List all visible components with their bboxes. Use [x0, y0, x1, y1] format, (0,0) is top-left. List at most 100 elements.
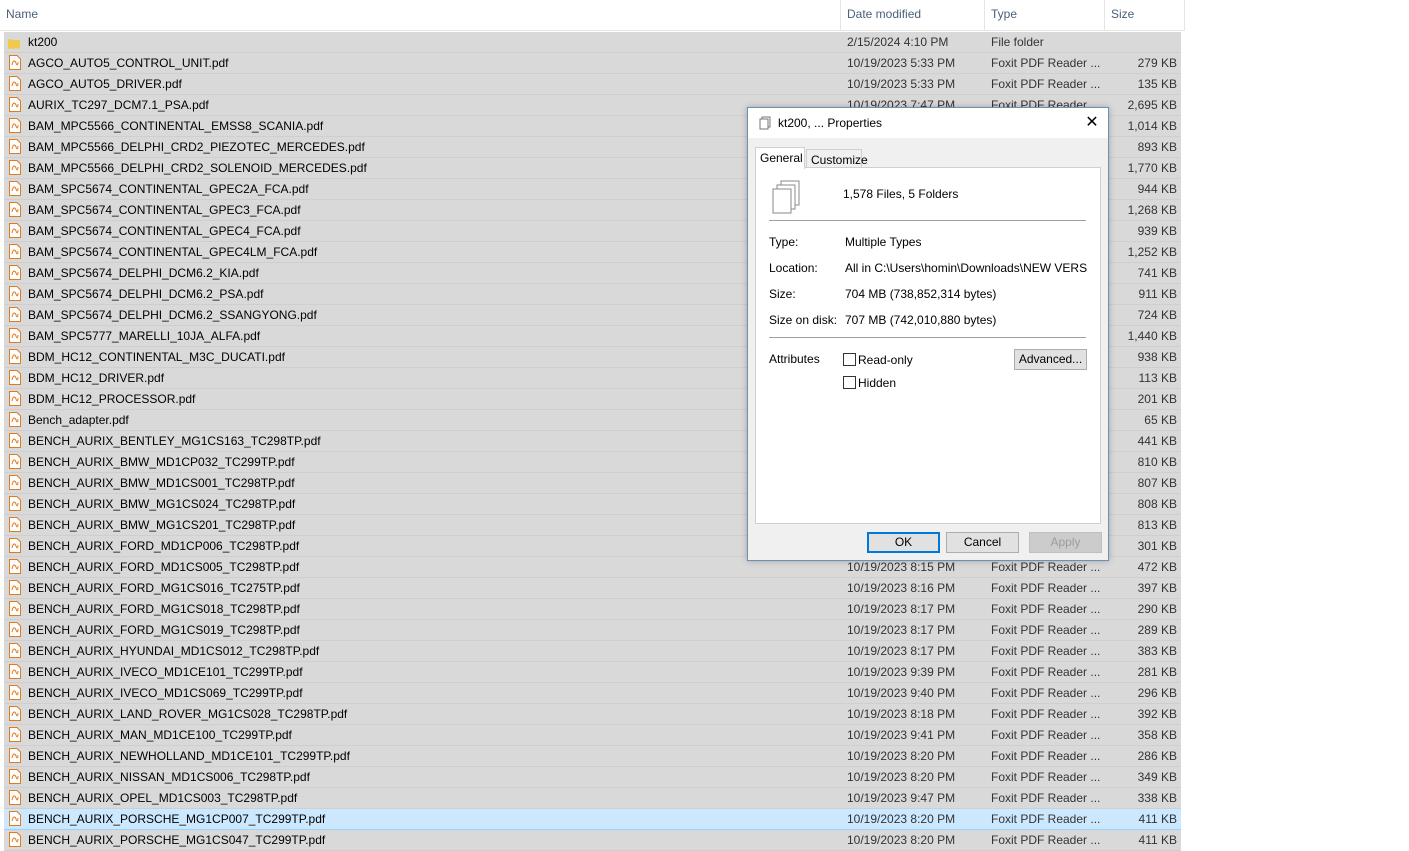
folder-row[interactable]: kt200 2/15/2024 4:10 PM File folder	[4, 32, 1181, 53]
pdf-icon	[9, 496, 21, 511]
file-date: 10/19/2023 8:18 PM	[847, 707, 956, 721]
file-type: Foxit PDF Reader ...	[991, 623, 1101, 637]
tab-customize[interactable]: Customize	[806, 149, 868, 169]
pdf-icon	[9, 118, 21, 133]
file-size: 411 KB	[1138, 833, 1177, 847]
file-date: 10/19/2023 5:33 PM	[847, 56, 956, 70]
pdf-icon	[9, 328, 21, 343]
file-name: BENCH_AURIX_FORD_MG1CS016_TC275TP.pdf	[28, 581, 300, 595]
ok-button-label: OK	[894, 535, 913, 549]
column-header-type[interactable]: Type	[985, 0, 1105, 30]
file-row[interactable]: AGCO_AUTO5_CONTROL_UNIT.pdf 10/19/2023 5:…	[4, 53, 1181, 74]
file-date: 10/19/2023 8:20 PM	[847, 833, 956, 847]
pdf-icon	[9, 601, 21, 616]
file-size: 810 KB	[1137, 455, 1177, 469]
file-name: Bench_adapter.pdf	[28, 413, 129, 427]
folder-icon	[8, 39, 20, 49]
file-name: BENCH_AURIX_PORSCHE_MG1CS047_TC299TP.pdf	[28, 833, 326, 847]
file-name: BAM_SPC5674_CONTINENTAL_GPEC4LM_FCA.pdf	[28, 245, 318, 259]
file-name: kt200	[28, 35, 58, 49]
file-name: AGCO_AUTO5_DRIVER.pdf	[28, 77, 182, 91]
file-row[interactable]: BENCH_AURIX_PORSCHE_MG1CS047_TC299TP.pdf…	[4, 830, 1181, 851]
file-size: 281 KB	[1137, 665, 1177, 679]
advanced-button-label: Advanced...	[1018, 352, 1083, 366]
file-name: BAM_SPC5674_DELPHI_DCM6.2_PSA.pdf	[28, 287, 264, 301]
file-row[interactable]: BENCH_AURIX_FORD_MG1CS018_TC298TP.pdf 10/…	[4, 599, 1181, 620]
pdf-icon	[9, 223, 21, 238]
file-size: 397 KB	[1137, 581, 1177, 595]
pdf-icon	[9, 412, 21, 427]
file-name: BDM_HC12_PROCESSOR.pdf	[28, 392, 196, 406]
file-row[interactable]: BENCH_AURIX_PORSCHE_MG1CP007_TC299TP.pdf…	[4, 809, 1181, 830]
file-size: 938 KB	[1137, 350, 1177, 364]
column-header-size[interactable]: Size	[1105, 0, 1185, 30]
advanced-button[interactable]: Advanced...	[1014, 349, 1087, 370]
file-type: Foxit PDF Reader ...	[991, 56, 1101, 70]
column-header-date[interactable]: Date modified	[841, 0, 985, 30]
file-date: 10/19/2023 8:17 PM	[847, 644, 956, 658]
ok-button[interactable]: OK	[867, 532, 940, 553]
pdf-icon	[9, 685, 21, 700]
file-size: 201 KB	[1137, 392, 1177, 406]
tab-customize-label: Customize	[811, 153, 868, 167]
pdf-icon	[9, 811, 21, 826]
file-size: 1,770 KB	[1127, 161, 1177, 175]
dialog-titlebar[interactable]: kt200, ... Properties ✕	[748, 108, 1108, 138]
file-row[interactable]: AGCO_AUTO5_DRIVER.pdf 10/19/2023 5:33 PM F…	[4, 74, 1181, 95]
file-name: BAM_MPC5566_DELPHI_CRD2_SOLENOID_MERCEDE…	[28, 161, 367, 175]
multiple-files-icon	[759, 116, 771, 130]
selection-summary: 1,578 Files, 5 Folders	[843, 187, 959, 201]
file-size: 808 KB	[1137, 497, 1177, 511]
file-date: 10/19/2023 9:41 PM	[847, 728, 956, 742]
file-size: 289 KB	[1137, 623, 1177, 637]
file-row[interactable]: BENCH_AURIX_LAND_ROVER_MG1CS028_TC298TP.…	[4, 704, 1181, 725]
attributes-label: Attributes	[769, 352, 820, 366]
file-row[interactable]: BENCH_AURIX_FORD_MG1CS016_TC275TP.pdf 10/…	[4, 578, 1181, 599]
file-size: 893 KB	[1137, 140, 1177, 154]
size-on-disk-value: 707 MB (742,010,880 bytes)	[845, 313, 997, 327]
file-date: 2/15/2024 4:10 PM	[847, 35, 949, 49]
pdf-icon	[9, 244, 21, 259]
pdf-icon	[9, 748, 21, 763]
file-size: 392 KB	[1137, 707, 1177, 721]
pdf-icon	[9, 622, 21, 637]
cancel-button[interactable]: Cancel	[946, 532, 1019, 553]
file-size: 135 KB	[1137, 77, 1177, 91]
pdf-icon	[9, 643, 21, 658]
properties-dialog: kt200, ... Properties ✕ General Customiz…	[747, 107, 1109, 561]
file-row[interactable]: BENCH_AURIX_FORD_MG1CS019_TC298TP.pdf 10/…	[4, 620, 1181, 641]
file-name: BENCH_AURIX_IVECO_MD1CS069_TC299TP.pdf	[28, 686, 303, 700]
file-row[interactable]: BENCH_AURIX_HYUNDAI_MD1CS012_TC298TP.pdf…	[4, 641, 1181, 662]
pdf-icon	[9, 517, 21, 532]
apply-button[interactable]: Apply	[1029, 532, 1102, 553]
file-row[interactable]: BENCH_AURIX_OPEL_MD1CS003_TC298TP.pdf 10/…	[4, 788, 1181, 809]
size-label: Size:	[769, 287, 796, 301]
file-size: 944 KB	[1137, 182, 1177, 196]
close-button[interactable]: ✕	[1076, 108, 1108, 138]
file-row[interactable]: BENCH_AURIX_NEWHOLLAND_MD1CE101_TC299TP.…	[4, 746, 1181, 767]
file-type: File folder	[991, 35, 1044, 49]
file-date: 10/19/2023 9:47 PM	[847, 791, 956, 805]
file-row[interactable]: BENCH_AURIX_IVECO_MD1CS069_TC299TP.pdf 10…	[4, 683, 1181, 704]
divider	[769, 220, 1086, 221]
readonly-label: Read-only	[858, 353, 913, 367]
file-name: BAM_SPC5777_MARELLI_10JA_ALFA.pdf	[28, 329, 261, 343]
pdf-icon	[9, 181, 21, 196]
file-name: BENCH_AURIX_FORD_MG1CS019_TC298TP.pdf	[28, 623, 300, 637]
file-size: 724 KB	[1137, 308, 1177, 322]
tab-general[interactable]: General	[755, 147, 805, 169]
file-row[interactable]: BENCH_AURIX_MAN_MD1CE100_TC299TP.pdf 10/1…	[4, 725, 1181, 746]
file-size: 411 KB	[1138, 812, 1177, 826]
column-header-name-label: Name	[6, 7, 39, 21]
file-size: 1,014 KB	[1127, 119, 1177, 133]
file-row[interactable]: BENCH_AURIX_IVECO_MD1CE101_TC299TP.pdf 10…	[4, 662, 1181, 683]
file-row[interactable]: BENCH_AURIX_NISSAN_MD1CS006_TC298TP.pdf 1…	[4, 767, 1181, 788]
hidden-label: Hidden	[858, 376, 897, 390]
readonly-checkbox[interactable]	[843, 353, 856, 366]
file-name: BDM_HC12_DRIVER.pdf	[28, 371, 165, 385]
general-panel: 1,578 Files, 5 Folders Type: Multiple Ty…	[755, 167, 1101, 524]
hidden-checkbox[interactable]	[843, 376, 856, 389]
file-date: 10/19/2023 8:17 PM	[847, 623, 956, 637]
file-name: BENCH_AURIX_BMW_MG1CS201_TC298TP.pdf	[28, 518, 296, 532]
file-type: Foxit PDF Reader ...	[991, 707, 1101, 721]
